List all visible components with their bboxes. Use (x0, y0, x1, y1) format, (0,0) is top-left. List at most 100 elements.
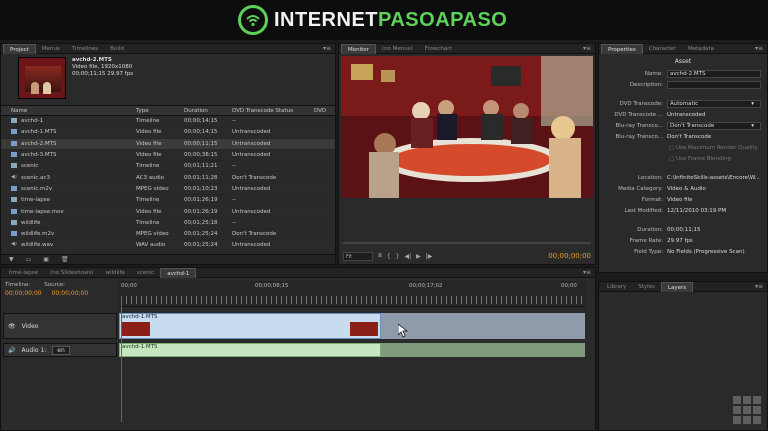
tab-library[interactable]: Library (601, 282, 632, 292)
prop-location-label: Location: (637, 174, 663, 181)
tab-styles[interactable]: Styles (632, 282, 661, 292)
project-list-item[interactable]: scenic.m2v MPEG video 00;01;10;23 Untransco… (1, 184, 335, 196)
column-dvd[interactable]: DVD (314, 108, 334, 114)
prop-format-value: Video file (667, 196, 693, 203)
prop-description-field[interactable] (667, 80, 761, 89)
clip-preview: avchd-2.MTS Video file, 1920x1080 00;00;… (1, 54, 335, 106)
filter-icon[interactable]: ▼ (9, 256, 14, 263)
item-name-cell: ◀) wildlife.wav (1, 242, 136, 248)
tab-layers[interactable]: Layers (660, 281, 694, 292)
speaker-icon[interactable]: 🔊 (8, 347, 15, 354)
new-folder-icon[interactable]: ▭ (26, 256, 32, 263)
dvd-transcode-select[interactable]: Automatic (667, 99, 761, 108)
bluray-transcode-select[interactable]: Don't Transcode (667, 121, 761, 130)
item-duration: 00;01;26;19 (184, 197, 218, 204)
audio-icon: ◀) (11, 242, 17, 248)
monitor-scrubber[interactable] (343, 242, 591, 244)
tab-wildlife[interactable]: wildlife (99, 268, 130, 278)
tab-no-menus[interactable]: (no Menus) (376, 44, 419, 54)
timeline-icon (11, 219, 17, 225)
tab-properties[interactable]: Properties (601, 43, 643, 54)
project-list-item[interactable]: avchd-2.MTS Video file 00;00;11;15 Untransc… (1, 138, 335, 150)
tab-monitor[interactable]: Monitor (341, 43, 376, 54)
item-duration: 00;01;26;19 (184, 208, 218, 215)
column-duration[interactable]: Duration (184, 108, 232, 114)
tab-metadata[interactable]: Metadata (682, 44, 720, 54)
monitor-timecode[interactable]: 00;00;00;00 (548, 252, 591, 260)
tab-time-lapse[interactable]: time-lapse (3, 268, 44, 278)
timeline-icon (11, 197, 17, 203)
step-back-icon[interactable]: ◀| (404, 253, 411, 260)
mark-out-icon[interactable]: } (396, 253, 400, 260)
project-list-item[interactable]: ◀) scenic.ac3 AC3 audio 00;01;11;28 Don't Tr… (1, 172, 335, 184)
project-list-item[interactable]: avchd-3.MTS Video file 00;00;38;15 Untransc… (1, 150, 335, 162)
mouse-cursor-icon (398, 324, 408, 338)
max-render-quality-checkbox[interactable]: Use Maximum Render Quality (667, 145, 767, 151)
item-type: WAV audio (136, 242, 166, 249)
audio-track-header[interactable]: 🔊 Audio 1: en (3, 343, 117, 357)
panel-menu-icon[interactable]: ▾≡ (755, 283, 763, 290)
panel-menu-icon[interactable]: ▾≡ (583, 269, 591, 276)
project-list-item[interactable]: ◀) wildlife.wav WAV audio 00;01;25;24 Untran… (1, 240, 335, 252)
item-dvd-status: -- (232, 197, 236, 204)
delete-icon[interactable]: 🗑 (61, 256, 69, 263)
frame-blending-checkbox[interactable]: Use Frame Blending (667, 156, 767, 162)
project-list: avchd-1 Timeline 00;00;14;15 -- avchd-1.MTS V… (1, 116, 335, 252)
item-name: scenic.ac3 (21, 174, 50, 181)
panel-menu-icon[interactable]: ▾≡ (583, 45, 591, 52)
tab-menus[interactable]: Menus (36, 44, 66, 54)
column-dvd-status[interactable]: DVD Transcode Status (232, 108, 314, 114)
column-name[interactable]: Name (1, 108, 136, 114)
item-dvd-status: -- (232, 163, 236, 170)
ruler-label-end: 00;00 (561, 283, 577, 289)
tab-avchd-1[interactable]: avchd-1 (160, 267, 197, 278)
panel-menu-icon[interactable]: ▾≡ (323, 45, 331, 52)
column-type[interactable]: Type (136, 108, 184, 114)
timeline-timecode[interactable]: 00;00;00;00 (5, 290, 42, 297)
audio-clip[interactable]: avchd-1.MTS (119, 343, 381, 357)
project-list-item[interactable]: scenic Timeline 00;01;11;21 -- (1, 161, 335, 173)
prop-name-field[interactable]: avchd-2.MTS (667, 69, 761, 78)
item-name-cell: avchd-1.MTS (1, 129, 136, 135)
item-type: Video file (136, 129, 162, 136)
timeline-ruler[interactable]: 00;00 00;00;08;15 00;00;17;02 00;00 (119, 281, 585, 307)
tab-build[interactable]: Build (104, 44, 130, 54)
step-forward-icon[interactable]: |▶ (426, 253, 433, 260)
project-list-item[interactable]: avchd-1.MTS Video file 00;00;14;15 Untransc… (1, 127, 335, 139)
video-clip-thumb-start (122, 322, 150, 336)
play-icon[interactable]: ▶ (416, 253, 421, 260)
zoom-fit-select[interactable]: Fit (343, 251, 373, 261)
mark-in-icon[interactable]: { (387, 253, 391, 260)
tab-timelines[interactable]: Timelines (66, 44, 104, 54)
project-list-item[interactable]: wildlife Timeline 00;01;25;18 -- (1, 218, 335, 229)
new-item-icon[interactable]: ▣ (43, 256, 49, 263)
audio-track-empty-area (381, 343, 585, 357)
project-list-item[interactable]: time-lapse Timeline 00;01;26;19 -- (1, 195, 335, 207)
item-name-cell: wildlife (1, 219, 136, 226)
source-timecode[interactable]: 00;00;00;00 (52, 290, 89, 297)
site-banner: INTERNETPASOAPASO (0, 0, 768, 40)
panel-menu-icon[interactable]: ▾≡ (755, 45, 763, 52)
item-dvd-status: Untranscoded (232, 140, 271, 147)
safe-margins-icon[interactable]: ⧈ (378, 252, 382, 260)
tab-project[interactable]: Project (3, 43, 36, 54)
project-list-item[interactable]: wildlife.m2v MPEG video 00;01;25;24 Don't T… (1, 229, 335, 241)
tab-no-slideshows[interactable]: (no Slideshows) (44, 268, 99, 278)
video-clip[interactable]: avchd-1.MTS (119, 313, 381, 339)
project-list-item[interactable]: time-lapse.mov Video file 00;01;26;19 Untra… (1, 206, 335, 218)
video-track-header[interactable]: 👁 Video (3, 313, 117, 339)
project-list-item[interactable]: avchd-1 Timeline 00;00;14;15 -- (1, 116, 335, 128)
prop-duration: Duration: 00;00;11;15 (599, 224, 767, 235)
tab-character[interactable]: Character (643, 44, 682, 54)
eye-icon[interactable]: 👁 (8, 323, 16, 330)
audio-language-select[interactable]: en (52, 345, 70, 355)
monitor-panel: Monitor (no Menus) Flowchart ▾≡ Fit ⧈ { … (338, 43, 596, 265)
item-name: avchd-1 (21, 118, 44, 125)
tab-flowchart[interactable]: Flowchart (419, 44, 458, 54)
tab-scenic[interactable]: scenic (131, 268, 160, 278)
video-clip-name: avchd-1.MTS (122, 314, 158, 320)
item-type: Timeline (136, 118, 160, 125)
project-tabbar: Project Menus Timelines Build ▾≡ (1, 43, 335, 54)
playhead[interactable] (121, 297, 122, 422)
item-dvd-status: Don't Transcode (232, 231, 277, 238)
